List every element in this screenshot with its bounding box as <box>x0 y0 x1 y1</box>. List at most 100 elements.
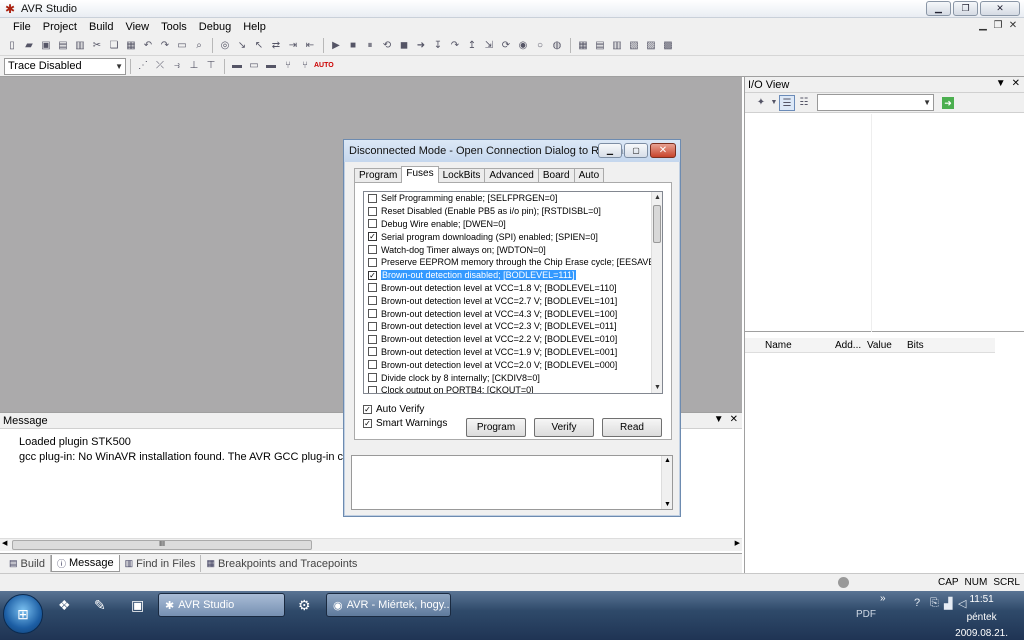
fuse-checkbox[interactable] <box>368 385 377 393</box>
run-to-cursor-icon[interactable]: ⇲ <box>481 38 497 54</box>
scroll-up-icon[interactable]: ▲ <box>662 457 673 464</box>
auto-icon[interactable]: AUTO <box>314 58 334 74</box>
show-next-statement-icon[interactable]: ➜ <box>413 38 429 54</box>
undo-icon[interactable]: ↶ <box>140 38 156 54</box>
save-all-icon[interactable]: ▤ <box>55 38 71 54</box>
tray-help-icon[interactable]: ? <box>914 597 920 609</box>
fuse-row[interactable]: Preserve EEPROM memory through the Chip … <box>364 256 662 269</box>
register-window-icon[interactable]: ▥ <box>609 38 625 54</box>
fuse-checkbox[interactable] <box>368 373 377 383</box>
fuse-checkbox[interactable] <box>368 347 377 357</box>
tab-board[interactable]: Board <box>537 168 575 183</box>
smart-warnings-option[interactable]: ✓ Smart Warnings <box>363 418 447 429</box>
verify-button[interactable]: Verify <box>534 418 594 437</box>
outdent-icon[interactable]: ⇤ <box>302 38 318 54</box>
tab-program[interactable]: Program <box>354 168 403 183</box>
step-over-icon[interactable]: ↷ <box>447 38 463 54</box>
fuse-checkbox[interactable] <box>368 245 377 255</box>
minimize-button[interactable]: ▁ <box>926 1 951 16</box>
io-col-address[interactable]: Add... <box>835 340 867 351</box>
mdi-close-icon[interactable]: ✕ <box>1006 20 1020 33</box>
tab-breakpoints[interactable]: ▦ Breakpoints and Tracepoints <box>201 555 362 572</box>
trace-down-icon[interactable]: ⊥ <box>186 58 202 74</box>
tray-expand-icon[interactable]: » <box>880 593 886 604</box>
cut-icon[interactable]: ✂ <box>89 38 105 54</box>
mdi-restore-icon[interactable]: ❐ <box>991 20 1005 33</box>
fuse-row[interactable]: Debug Wire enable; [DWEN=0] <box>364 218 662 231</box>
signal-y2-icon[interactable]: ⑂ <box>297 58 313 74</box>
trace-filter-icon[interactable]: ⋰ <box>135 58 151 74</box>
program-button[interactable]: Program <box>466 418 526 437</box>
trace-hook-icon[interactable]: ⥽ <box>169 58 185 74</box>
fuse-checkbox[interactable] <box>368 360 377 370</box>
maximize-button[interactable]: ❐ <box>953 1 978 16</box>
go-arrow-icon[interactable]: ➜ <box>942 96 954 109</box>
fuse-checkbox[interactable] <box>368 296 377 306</box>
io-view-icon[interactable]: ▩ <box>660 38 676 54</box>
dialog-minimize-button[interactable]: ▁ <box>598 143 622 158</box>
io-col-bits[interactable]: Bits <box>907 340 947 351</box>
fuse-checkbox[interactable] <box>368 219 377 229</box>
tab-build[interactable]: ▤ Build <box>4 555 51 572</box>
tab-auto[interactable]: Auto <box>573 168 605 183</box>
fuse-row[interactable]: ✓ Serial program downloading (SPI) enable… <box>364 230 662 243</box>
panel-close-icon[interactable]: ✕ <box>1012 78 1020 89</box>
binoculars-icon[interactable]: ◎ <box>217 38 233 54</box>
signal-y-icon[interactable]: ⑂ <box>280 58 296 74</box>
scroll-down-icon[interactable]: ▼ <box>652 382 662 393</box>
auto-verify-option[interactable]: ✓ Auto Verify <box>363 404 424 415</box>
io-col-value[interactable]: Value <box>867 340 907 351</box>
fuse-row[interactable]: Brown-out detection level at VCC=1.8 V; … <box>364 282 662 295</box>
fuse-row[interactable]: Self Programming enable; [SELFPRGEN=0] <box>364 192 662 205</box>
tab-fuses[interactable]: Fuses <box>401 166 439 183</box>
find-icon[interactable]: ⌕ <box>191 38 207 54</box>
tab-lockbits[interactable]: LockBits <box>437 168 486 183</box>
panel-menu-icon[interactable]: ▼ <box>996 78 1006 89</box>
fuse-list-scrollbar[interactable]: ▲ ▼ <box>651 192 662 393</box>
fuse-checkbox[interactable] <box>368 193 377 203</box>
paste-icon[interactable]: ▦ <box>123 38 139 54</box>
new-file-icon[interactable]: ▯ <box>4 38 20 54</box>
fuse-row[interactable]: Brown-out detection level at VCC=2.2 V; … <box>364 333 662 346</box>
menu-tools[interactable]: Tools <box>161 21 187 33</box>
find-prev-icon[interactable]: ↖ <box>251 38 267 54</box>
copy-icon[interactable]: ❏ <box>106 38 122 54</box>
pdf-toolbar-label[interactable]: PDF <box>856 609 876 620</box>
scroll-right-icon[interactable]: ▶ <box>735 539 740 547</box>
quicklaunch-network-icon[interactable]: ❖ <box>58 597 71 614</box>
toggle-breakpoint-icon[interactable]: ◉ <box>515 38 531 54</box>
tab-advanced[interactable]: Advanced <box>484 168 539 183</box>
fuse-checkbox[interactable] <box>368 283 377 293</box>
quicklaunch-tool-icon[interactable]: ✎ <box>94 597 106 614</box>
trace-mode-combo[interactable]: Trace Disabled ▼ <box>4 57 126 75</box>
fuse-row[interactable]: Divide clock by 8 internally; [CKDIV8=0] <box>364 371 662 384</box>
chip-stop-icon[interactable]: ▬ <box>229 58 245 74</box>
fuse-row[interactable]: Reset Disabled (Enable PB5 as i/o pin); … <box>364 205 662 218</box>
step-out-icon[interactable]: ↥ <box>464 38 480 54</box>
replace-icon[interactable]: ⇄ <box>268 38 284 54</box>
fuse-checkbox[interactable] <box>368 309 377 319</box>
tab-find-in-files[interactable]: ▥ Find in Files <box>120 555 202 572</box>
menu-debug[interactable]: Debug <box>199 21 231 33</box>
menu-build[interactable]: Build <box>89 21 113 33</box>
tab-message[interactable]: ⓘ Message <box>50 555 120 572</box>
fuse-row[interactable]: Brown-out detection level at VCC=2.7 V; … <box>364 294 662 307</box>
tree-view-icon[interactable]: ☰ <box>779 94 795 111</box>
clear-breakpoints-icon[interactable]: ○ <box>532 38 548 54</box>
fuse-checkbox[interactable] <box>368 334 377 344</box>
io-tree[interactable] <box>745 114 1024 332</box>
chip-run-icon[interactable]: ▭ <box>246 58 262 74</box>
find-next-icon[interactable]: ↘ <box>234 38 250 54</box>
chip-icon[interactable]: ▬ <box>263 58 279 74</box>
fuse-row[interactable]: Brown-out detection level at VCC=2.3 V; … <box>364 320 662 333</box>
reset-icon[interactable]: ⟲ <box>379 38 395 54</box>
start-button[interactable]: ⊞ <box>3 594 43 634</box>
tray-device-icon[interactable]: ⎘ <box>930 597 939 610</box>
fuse-row[interactable]: Clock output on PORTB4; [CKOUT=0] <box>364 384 662 393</box>
scroll-down-icon[interactable]: ▼ <box>662 501 673 508</box>
list-view-icon[interactable]: ☷ <box>796 95 812 111</box>
quicklaunch-save-icon[interactable]: ▣ <box>131 597 144 614</box>
break-icon[interactable]: ⏸ <box>362 38 378 54</box>
fuse-checkbox[interactable] <box>368 257 377 267</box>
panel-close-icon[interactable]: ✕ <box>730 414 738 425</box>
